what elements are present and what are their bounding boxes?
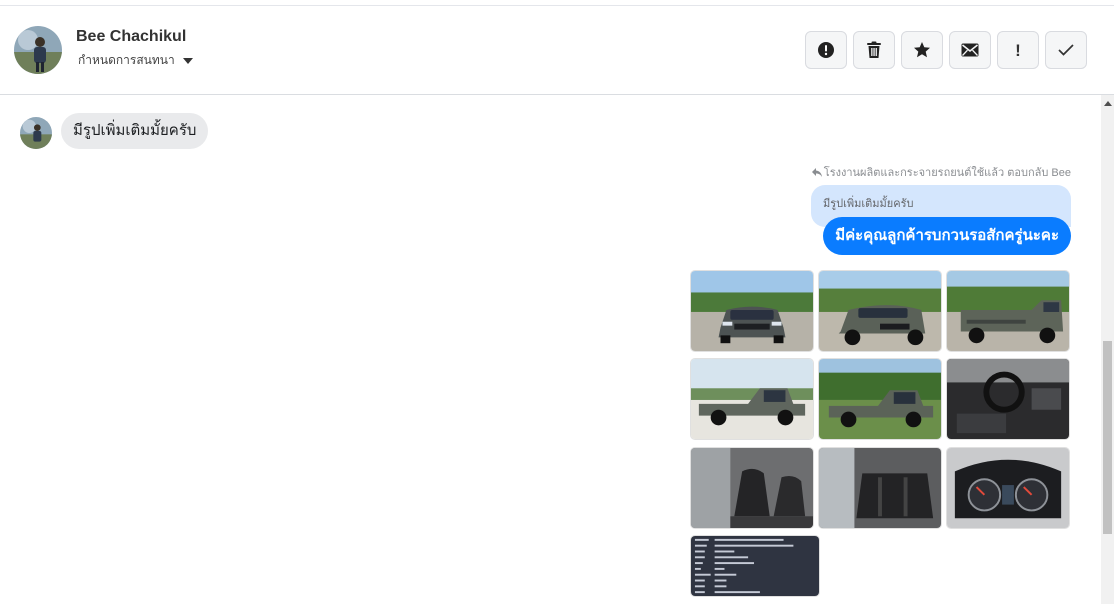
outgoing-message: มีค่ะคุณลูกค้ารบกวนรอสักครู่นะคะ xyxy=(823,217,1071,255)
conversation-header: Bee Chachikul กำหนดการสนทนา ! xyxy=(0,6,1114,95)
sender-avatar xyxy=(20,117,52,149)
message-thread[interactable]: มีรูปเพิ่มเติมมั้ยครับ โรงงานผลิตและกระจ… xyxy=(0,95,1101,604)
contact-name: Bee Chachikul xyxy=(76,28,187,45)
car-side-grass-photo[interactable] xyxy=(818,358,942,440)
star-icon xyxy=(914,42,930,58)
car-front-angle-photo[interactable] xyxy=(818,270,942,352)
contact-avatar[interactable] xyxy=(14,26,62,74)
reply-arrow-icon xyxy=(811,167,822,177)
trash-icon xyxy=(867,41,881,58)
check-icon xyxy=(1058,44,1074,56)
gauge-cluster-photo[interactable] xyxy=(946,447,1070,529)
assign-label: กำหนดการสนทนา xyxy=(78,53,175,67)
report-spam-button[interactable] xyxy=(805,31,847,69)
caret-down-icon xyxy=(182,57,193,64)
car-rear-photo[interactable] xyxy=(946,270,1070,352)
scrollbar-thumb[interactable] xyxy=(1103,341,1112,534)
alert-circle-icon xyxy=(818,42,834,58)
priority-button[interactable]: ! xyxy=(997,31,1039,69)
reply-context-note: โรงงานผลิตและกระจายรถยนต์ใช้แล้ว ตอบกลับ… xyxy=(811,163,1071,181)
mail-icon xyxy=(961,43,979,57)
car-front-photo[interactable] xyxy=(690,270,814,352)
vertical-scrollbar[interactable] xyxy=(1101,95,1114,604)
rear-seats-photo[interactable] xyxy=(818,447,942,529)
mark-unread-button[interactable] xyxy=(949,31,991,69)
action-toolbar: ! xyxy=(805,31,1087,69)
exclamation-icon: ! xyxy=(1015,40,1021,60)
star-button[interactable] xyxy=(901,31,943,69)
incoming-message: มีรูปเพิ่มเติมมั้ยครับ xyxy=(61,113,209,149)
delete-button[interactable] xyxy=(853,31,895,69)
scroll-up-arrow-icon[interactable] xyxy=(1104,101,1112,106)
car-side-photo[interactable] xyxy=(690,358,814,440)
mark-done-button[interactable] xyxy=(1045,31,1087,69)
assign-conversation-dropdown[interactable]: กำหนดการสนทนา xyxy=(78,51,193,70)
dashboard-photo[interactable] xyxy=(946,358,1070,440)
registration-document-photo[interactable] xyxy=(690,535,820,597)
front-seats-photo[interactable] xyxy=(690,447,814,529)
reply-note-text: โรงงานผลิตและกระจายรถยนต์ใช้แล้ว ตอบกลับ… xyxy=(823,167,1071,179)
